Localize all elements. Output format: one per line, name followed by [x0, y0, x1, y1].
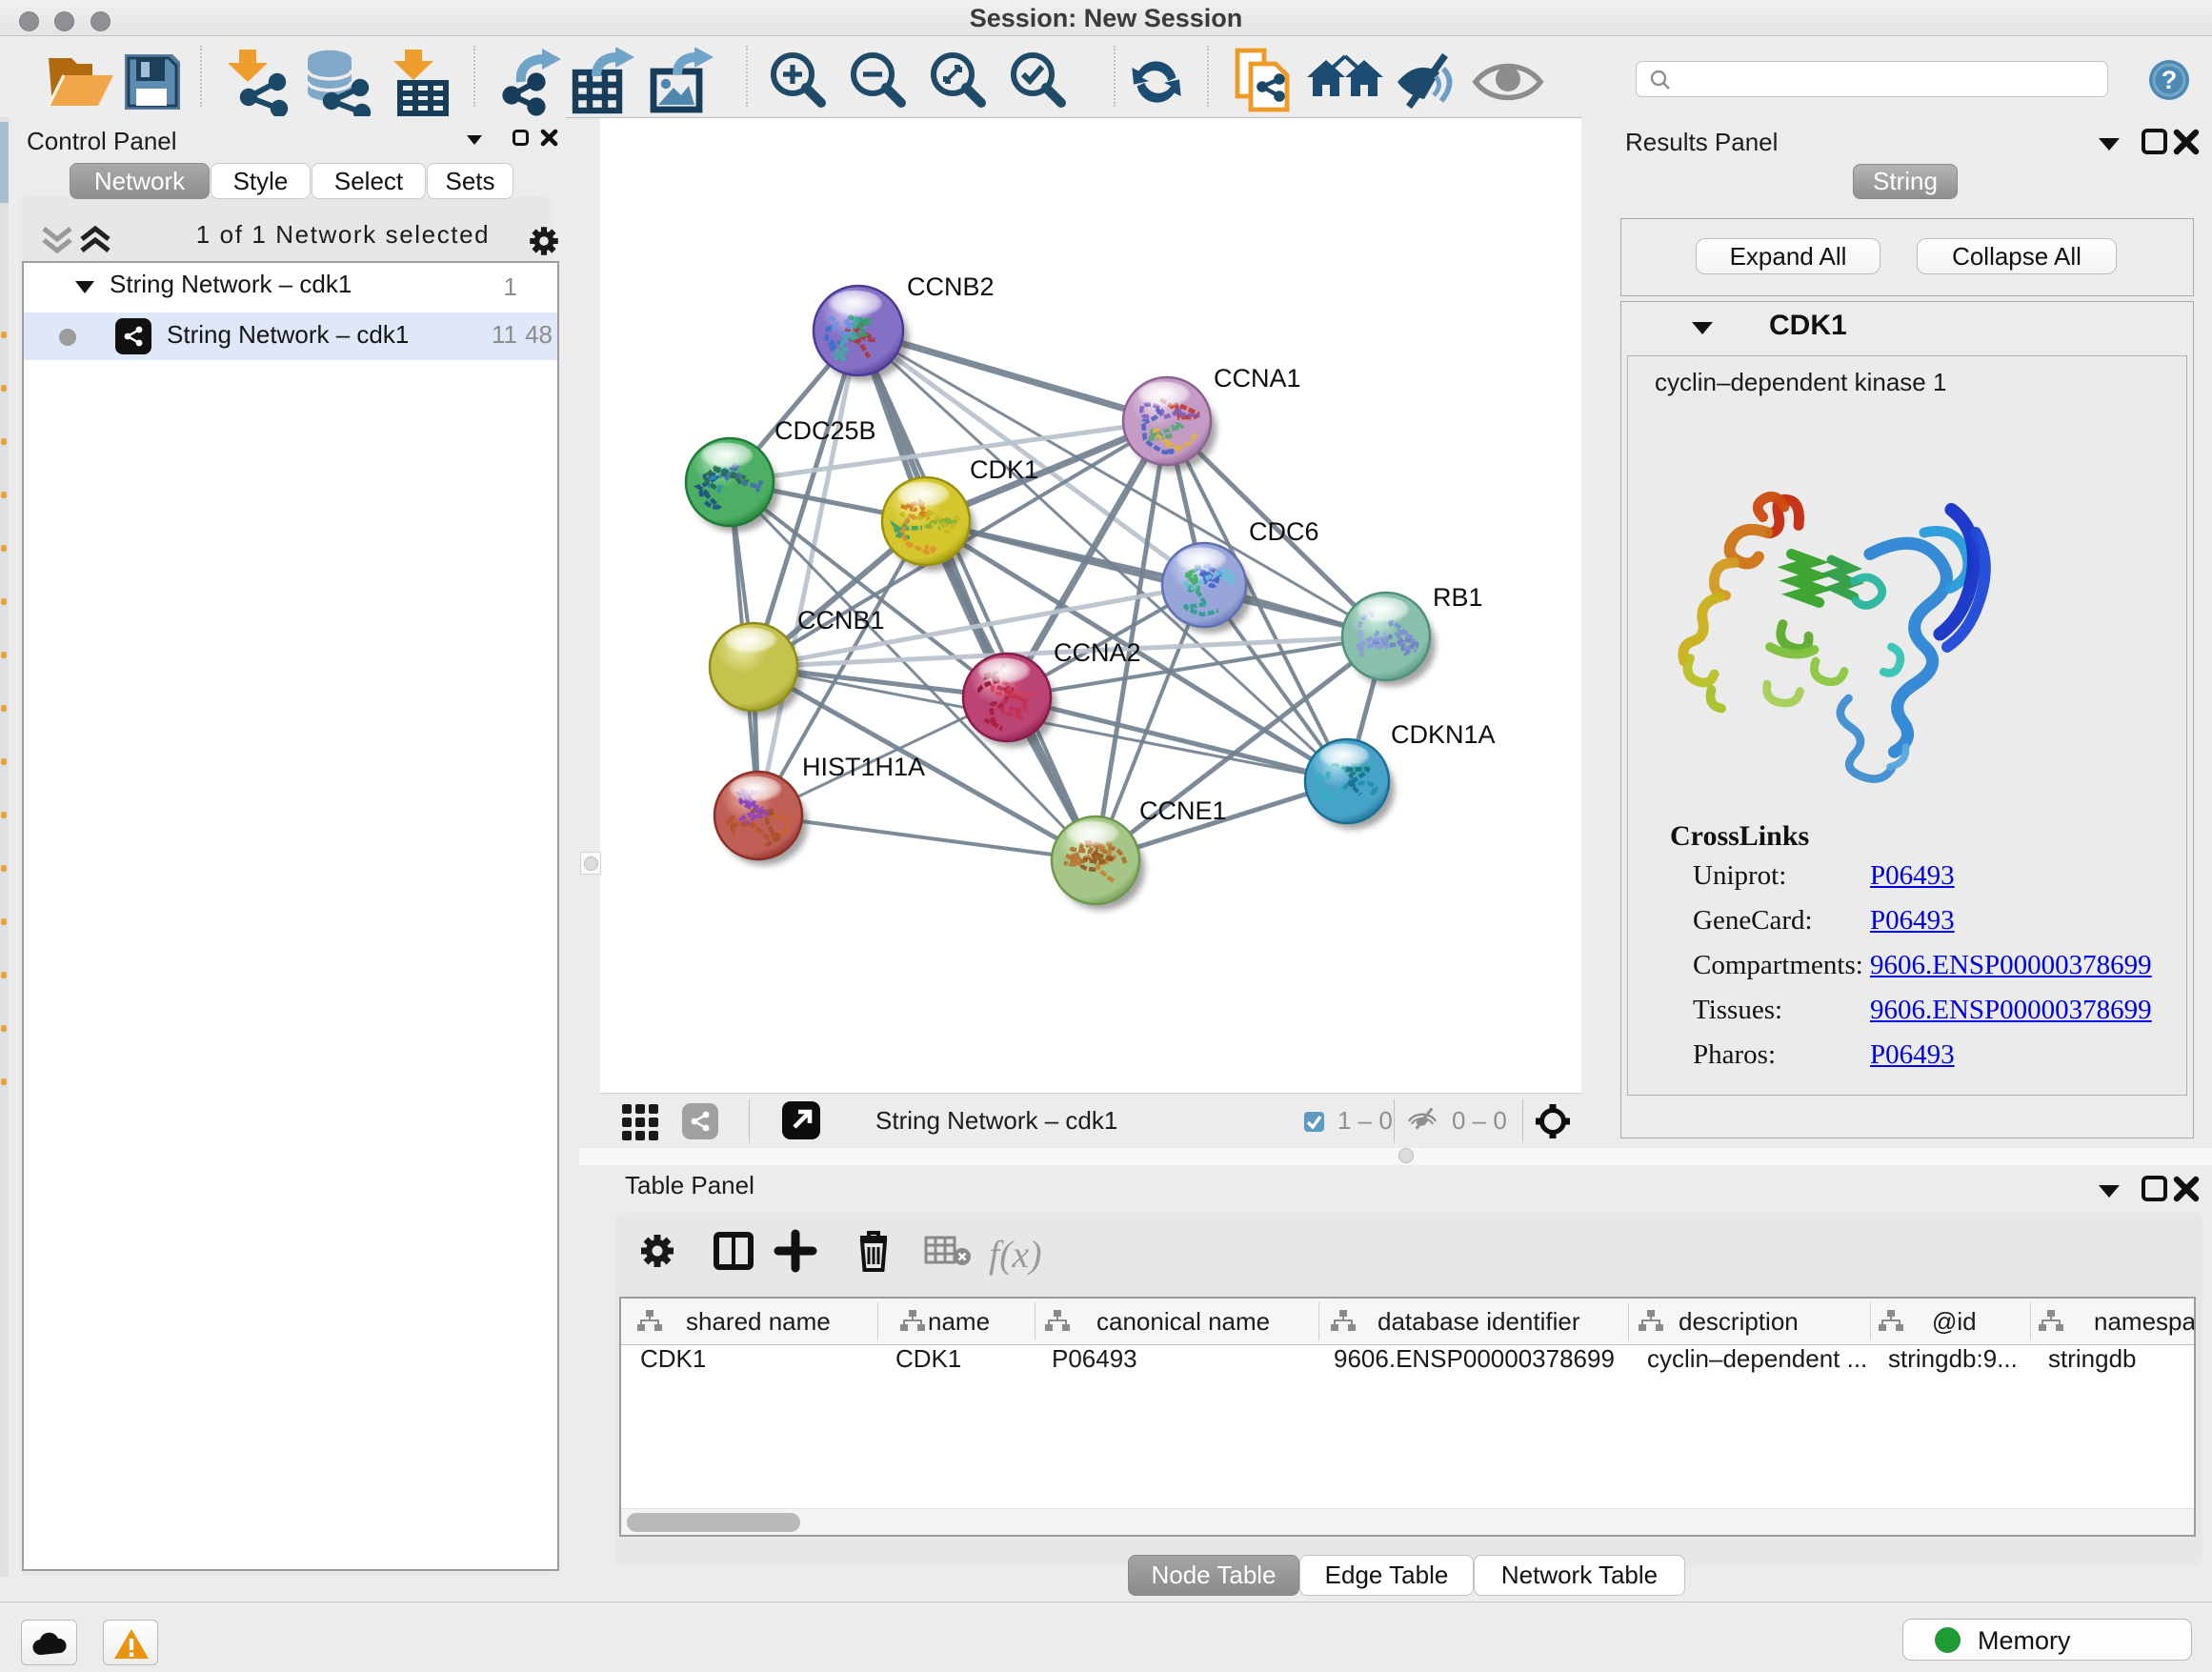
svg-text:CDC25B: CDC25B — [774, 416, 876, 445]
svg-text:CDK1: CDK1 — [970, 455, 1038, 484]
svg-text:HIST1H1A: HIST1H1A — [802, 753, 925, 781]
svg-text:CCNB2: CCNB2 — [907, 272, 995, 301]
svg-text:CDC6: CDC6 — [1249, 517, 1319, 546]
svg-text:CDKN1A: CDKN1A — [1391, 720, 1496, 749]
svg-text:CCNB1: CCNB1 — [797, 606, 885, 635]
svg-text:CCNA2: CCNA2 — [1054, 638, 1141, 667]
svg-text:CCNE1: CCNE1 — [1139, 796, 1227, 825]
svg-text:RB1: RB1 — [1433, 583, 1483, 612]
svg-text:CCNA1: CCNA1 — [1214, 364, 1301, 393]
svg-text:?: ? — [2162, 66, 2178, 94]
